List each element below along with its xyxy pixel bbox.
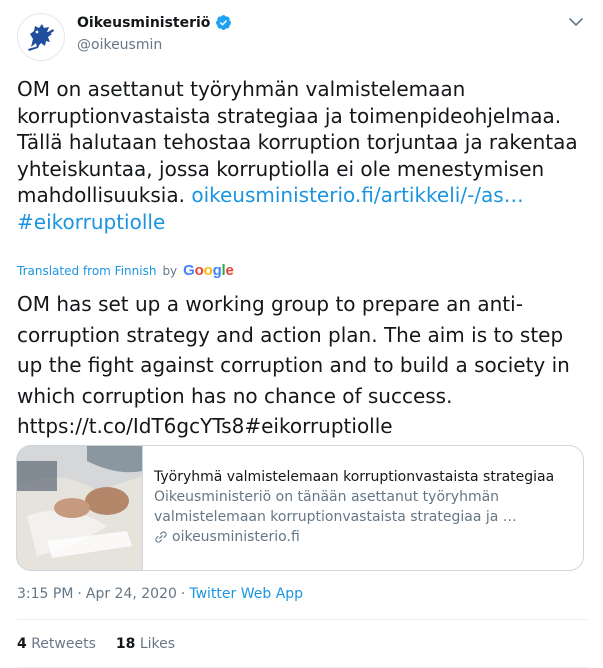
author-display-name[interactable]: Oikeusministeriö — [77, 15, 210, 31]
card-domain-row: oikeusministerio.fi — [154, 527, 574, 547]
tweet: Oikeusministeriö @oikeusmin OM on asetta… — [0, 0, 603, 668]
meta-separator: · — [77, 586, 82, 602]
card-domain: oikeusministerio.fi — [172, 529, 300, 545]
link-preview-card[interactable]: Työryhmä valmistelemaan korruptionvastai… — [16, 445, 584, 571]
likes-stat[interactable]: 18 Likes — [116, 636, 175, 652]
likes-label: Likes — [139, 636, 176, 652]
lion-coat-of-arms-icon — [28, 24, 54, 51]
link-icon — [155, 531, 167, 543]
google-logo: Google — [183, 262, 234, 279]
tweet-date[interactable]: Apr 24, 2020 — [86, 586, 177, 602]
card-title: Työryhmä valmistelemaan korruptionvastai… — [154, 469, 555, 485]
divider — [17, 619, 587, 620]
likes-count: 18 — [115, 636, 136, 652]
author-name-row: Oikeusministeriö — [77, 14, 232, 31]
translated-label: Translated from Finnish — [17, 263, 157, 278]
retweets-stat[interactable]: 4 Retweets — [17, 636, 96, 652]
tweet-source[interactable]: Twitter Web App — [189, 586, 303, 602]
avatar[interactable] — [17, 13, 65, 61]
meta-separator-2: · — [180, 586, 186, 602]
chevron-down-icon[interactable] — [568, 14, 584, 30]
retweets-count: 4 — [17, 636, 27, 652]
tweet-hashtag[interactable]: #eikorruptiolle — [17, 210, 165, 234]
translated-by: by — [162, 263, 178, 278]
tweet-text: OM on asettanut työryhmän valmistelemaan… — [17, 76, 587, 235]
card-thumbnail — [17, 446, 143, 570]
translation-attribution: Translated from Finnish by Google — [17, 262, 234, 279]
card-body: Työryhmä valmistelemaan korruptionvastai… — [154, 467, 574, 547]
tweet-time[interactable]: 3:15 PM — [17, 586, 73, 602]
card-description: Oikeusministeriö on tänään asettanut työ… — [154, 489, 517, 525]
author-handle[interactable]: @oikeusmin — [77, 37, 162, 53]
verified-badge-icon — [216, 15, 232, 30]
translated-text: OM has set up a working group to prepare… — [17, 292, 570, 438]
tweet-link[interactable]: oikeusministerio.fi/artikkeli/-/as… — [191, 183, 523, 207]
card-thumbnail-image — [17, 446, 142, 570]
retweets-label: Retweets — [31, 636, 96, 652]
tweet-stats: 4 Retweets 18 Likes — [17, 636, 175, 652]
tweet-meta: 3:15 PM · Apr 24, 2020 · Twitter Web App — [17, 586, 303, 602]
